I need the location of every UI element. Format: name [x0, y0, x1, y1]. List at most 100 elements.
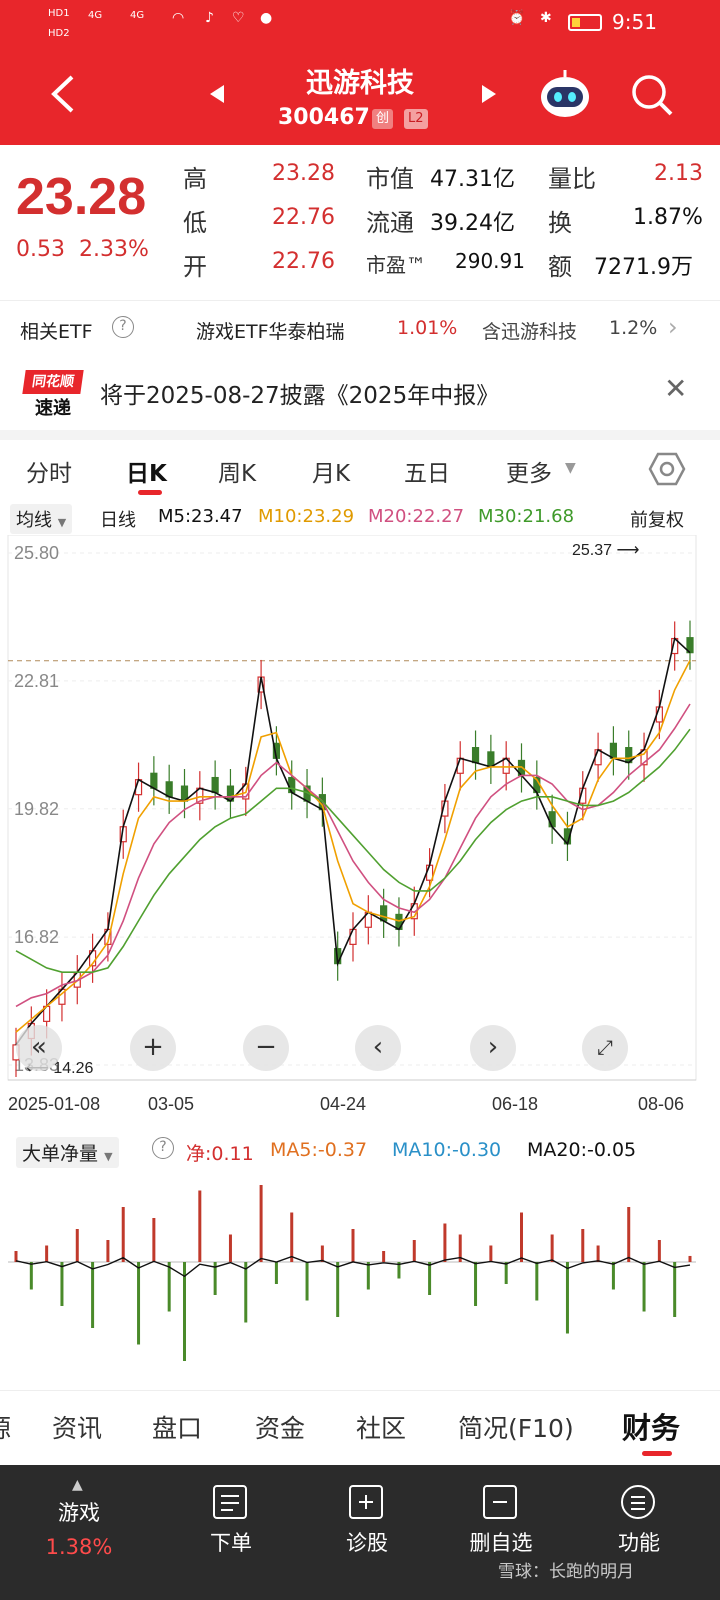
- active-tab-underline: [138, 490, 162, 495]
- hd2-indicator: HD2: [48, 28, 70, 39]
- tab-f10[interactable]: 简况(F10): [458, 1409, 574, 1445]
- robot-assistant-icon[interactable]: [537, 67, 593, 119]
- fullscreen-icon[interactable]: ⤢: [582, 1025, 628, 1071]
- candle-body: [548, 811, 556, 828]
- net-volume-bar: [596, 1245, 600, 1262]
- net-volume-bar: [244, 1262, 248, 1323]
- rewind-icon[interactable]: «: [16, 1025, 62, 1071]
- status-bar: HD1 HD2 4G 4G ◠ ♪ ♡ ● ⏰ ✱ 9:51: [0, 0, 720, 48]
- scroll-right-icon[interactable]: ›: [470, 1025, 516, 1071]
- tab-monthly-k[interactable]: 月K: [312, 454, 350, 488]
- sector-button[interactable]: ▲ 游戏 1.38%: [24, 1465, 134, 1600]
- diagnose-icon: [349, 1485, 383, 1519]
- x-tick-label: 2025-01-08: [8, 1094, 100, 1114]
- bluetooth-icon: ✱: [540, 10, 552, 26]
- kline-chart[interactable]: 25.8022.8119.8216.8213.8325.37 ⟶⟵ 14.262…: [0, 534, 720, 1125]
- net-volume-bar: [657, 1240, 661, 1262]
- volratio-label: 量比: [548, 165, 596, 193]
- divider: [0, 430, 720, 440]
- tab-daily-k[interactable]: 日K: [126, 454, 167, 488]
- etf-pct: 1.01%: [397, 317, 458, 339]
- help-icon[interactable]: ?: [152, 1137, 174, 1159]
- etf-contains-pct: 1.2%: [609, 317, 658, 339]
- tab-weekly-k[interactable]: 周K: [218, 454, 256, 488]
- ma-selector[interactable]: 均线 ▼: [10, 504, 73, 534]
- etf-name[interactable]: 游戏ETF华泰柏瑞: [196, 317, 345, 344]
- candle-body: [211, 776, 219, 794]
- bottom-tabs: 源 资讯 盘口 资金 社区 简况(F10) 财务: [0, 1390, 720, 1460]
- net-volume-bar: [45, 1245, 49, 1262]
- chuang-tag: 创: [372, 109, 394, 129]
- etf-row[interactable]: 相关ETF ? 游戏ETF华泰柏瑞 1.01% 含迅游科技 1.2% ›: [0, 300, 720, 360]
- net-volume-bar: [489, 1245, 493, 1262]
- caret-down-icon: ▼: [104, 1150, 113, 1163]
- tab-finance[interactable]: 财务: [622, 1405, 680, 1447]
- y-tick-label: 25.80: [14, 543, 59, 563]
- scroll-left-icon[interactable]: ‹: [355, 1025, 401, 1071]
- header: HD1 HD2 4G 4G ◠ ♪ ♡ ● ⏰ ✱ 9:51 迅游科技 3004…: [0, 0, 720, 145]
- zoom-out-icon[interactable]: −: [243, 1025, 289, 1071]
- kline-tabs: 分时 日K 周K 月K 五日 更多 ▼: [0, 440, 720, 500]
- volratio-value: 2.13: [654, 161, 703, 186]
- candle-body: [487, 751, 495, 768]
- search-icon[interactable]: [630, 73, 674, 117]
- diagnose-label: 诊股: [346, 1531, 388, 1555]
- sub-chart-svg[interactable]: [0, 1172, 720, 1382]
- chevron-right-icon[interactable]: ›: [668, 313, 678, 341]
- caret-down-icon: ▼: [57, 516, 67, 529]
- notice-banner[interactable]: 同花顺 速递 将于2025-08-27披露《2025年中报》 ✕: [0, 360, 720, 435]
- help-icon[interactable]: ?: [112, 316, 134, 338]
- net-volume-bar: [688, 1255, 692, 1262]
- adjust-mode[interactable]: 前复权: [630, 506, 684, 532]
- y-tick-label: 22.81: [14, 671, 59, 691]
- net-volume-bar: [443, 1223, 447, 1262]
- tab-community[interactable]: 社区: [356, 1409, 406, 1445]
- low-value: 22.76: [272, 205, 335, 230]
- ma20-sub: MA20:-0.05: [527, 1139, 637, 1161]
- etf-contains: 含迅游科技: [482, 321, 578, 343]
- logo-bottom: 速递: [35, 398, 71, 419]
- turnover-value: 1.87%: [633, 205, 703, 230]
- sector-pct: 1.38%: [45, 1535, 113, 1559]
- open-label: 开: [183, 253, 207, 281]
- net-volume-bar: [290, 1212, 294, 1262]
- indicator-selector[interactable]: 大单净量 ▼: [16, 1137, 119, 1168]
- zoom-in-icon[interactable]: +: [130, 1025, 176, 1071]
- turnover-label: 换: [548, 209, 572, 237]
- net-volume-bar: [535, 1262, 539, 1301]
- order-button[interactable]: 下单: [176, 1465, 286, 1600]
- last-price: 23.28: [16, 168, 147, 226]
- diagnose-button[interactable]: 诊股: [312, 1465, 422, 1600]
- amount-label: 额: [548, 253, 572, 281]
- bottom-nav: ▲ 游戏 1.38% 下单 诊股 删自选 功能 雪球：长跑的明月: [0, 1465, 720, 1600]
- ma-line-m10: [15, 660, 691, 1033]
- tab-news[interactable]: 资讯: [52, 1409, 102, 1445]
- settings-icon[interactable]: [648, 450, 686, 488]
- net-volume-bar: [75, 1229, 79, 1262]
- x-tick-label: 06-18: [492, 1094, 538, 1114]
- tab-more[interactable]: 更多: [506, 454, 552, 488]
- stock-name: 迅游科技: [306, 68, 414, 99]
- float-value: 39.24亿: [430, 211, 515, 236]
- high-value: 23.28: [272, 161, 335, 186]
- net-volume-bar: [60, 1262, 64, 1306]
- sub-chart[interactable]: [0, 1172, 720, 1382]
- stock-code: 300467: [278, 105, 370, 130]
- float-label: 流通: [366, 209, 414, 237]
- level2-tag: L2: [404, 109, 428, 129]
- candle-body: [165, 781, 173, 798]
- tab-five-day[interactable]: 五日: [404, 454, 450, 488]
- next-stock-icon[interactable]: [480, 83, 498, 105]
- tab-orderbook[interactable]: 盘口: [152, 1409, 202, 1445]
- period-label[interactable]: 日线: [100, 506, 136, 532]
- close-icon[interactable]: ✕: [664, 372, 687, 405]
- notice-text: 将于2025-08-27披露《2025年中报》: [100, 383, 500, 409]
- net-volume-bar: [320, 1245, 324, 1262]
- net-volume-bar: [137, 1262, 141, 1345]
- tab-funds[interactable]: 资金: [255, 1409, 305, 1445]
- net-volume-bar: [550, 1234, 554, 1262]
- ma-legend: 均线 ▼ 日线 M5:23.47 M10:23.29 M20:22.27 M30…: [0, 502, 720, 534]
- tab-fenshi[interactable]: 分时: [26, 454, 72, 488]
- tab-partial[interactable]: 源: [0, 1409, 11, 1445]
- net-volume-bar: [152, 1218, 156, 1262]
